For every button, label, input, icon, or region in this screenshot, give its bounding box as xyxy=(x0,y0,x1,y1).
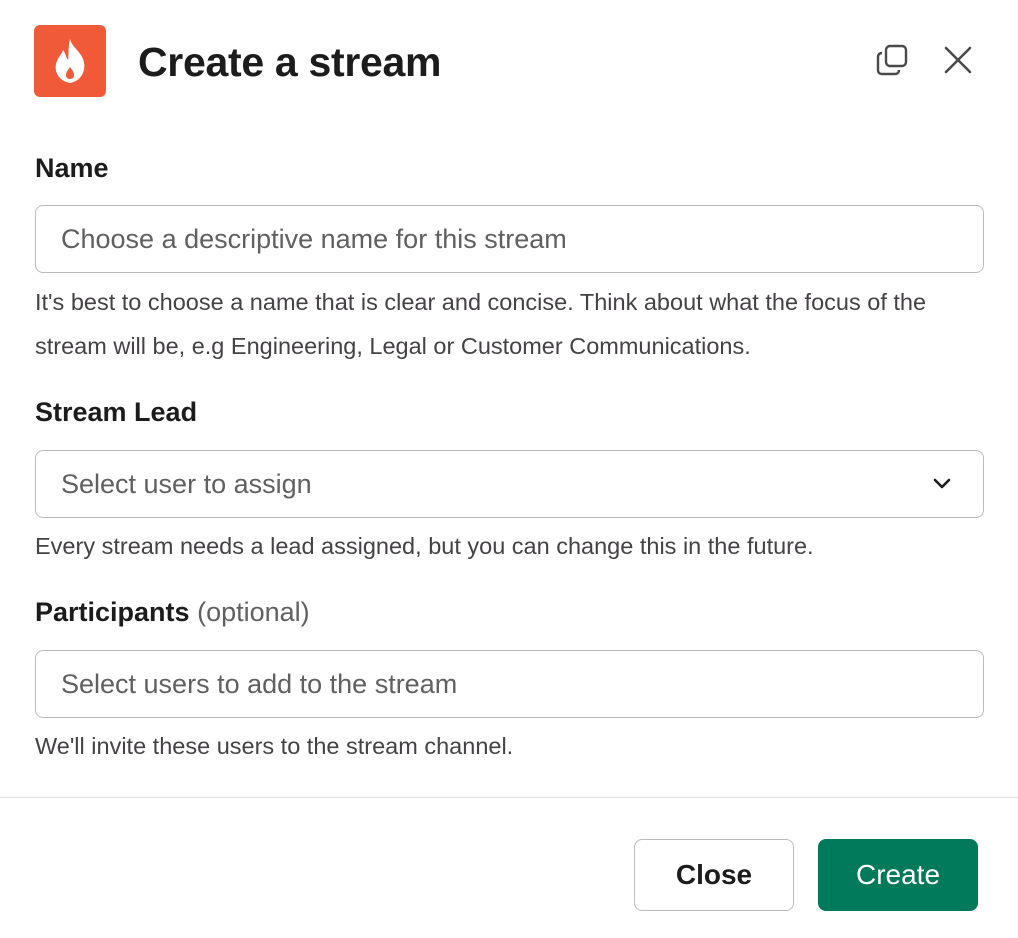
participants-label: Participants (optional) xyxy=(35,594,310,630)
copy-button[interactable] xyxy=(872,40,912,80)
create-button[interactable]: Create xyxy=(818,839,978,911)
stream-lead-help-text: Every stream needs a lead assigned, but … xyxy=(35,533,814,559)
flame-icon xyxy=(55,39,85,83)
name-label: Name xyxy=(35,153,109,183)
name-help-text: It's best to choose a name that is clear… xyxy=(35,289,927,359)
close-modal-button[interactable] xyxy=(938,40,978,80)
participants-help-text: We'll invite these users to the stream c… xyxy=(35,733,514,759)
app-icon xyxy=(34,25,106,97)
name-input-placeholder: Choose a descriptive name for this strea… xyxy=(61,224,567,254)
close-icon xyxy=(944,46,972,74)
participants-label-text: Participants xyxy=(35,597,190,627)
create-stream-modal: Create a stream Name Choose a descriptiv… xyxy=(0,0,1018,938)
close-button[interactable]: Close xyxy=(634,839,794,911)
participants-input-placeholder: Select users to add to the stream xyxy=(61,669,458,699)
footer-divider xyxy=(0,797,1018,798)
chevron-down-icon xyxy=(933,478,951,489)
participants-input[interactable]: Select users to add to the stream xyxy=(35,650,984,718)
stream-lead-placeholder: Select user to assign xyxy=(61,469,312,499)
stream-lead-select[interactable]: Select user to assign xyxy=(35,450,984,518)
name-input[interactable]: Choose a descriptive name for this strea… xyxy=(35,205,984,273)
optional-tag: (optional) xyxy=(197,597,310,627)
modal-title: Create a stream xyxy=(138,39,442,85)
modal-header: Create a stream xyxy=(0,0,1018,124)
copy-icon xyxy=(876,44,908,76)
stream-lead-label: Stream Lead xyxy=(35,397,198,427)
